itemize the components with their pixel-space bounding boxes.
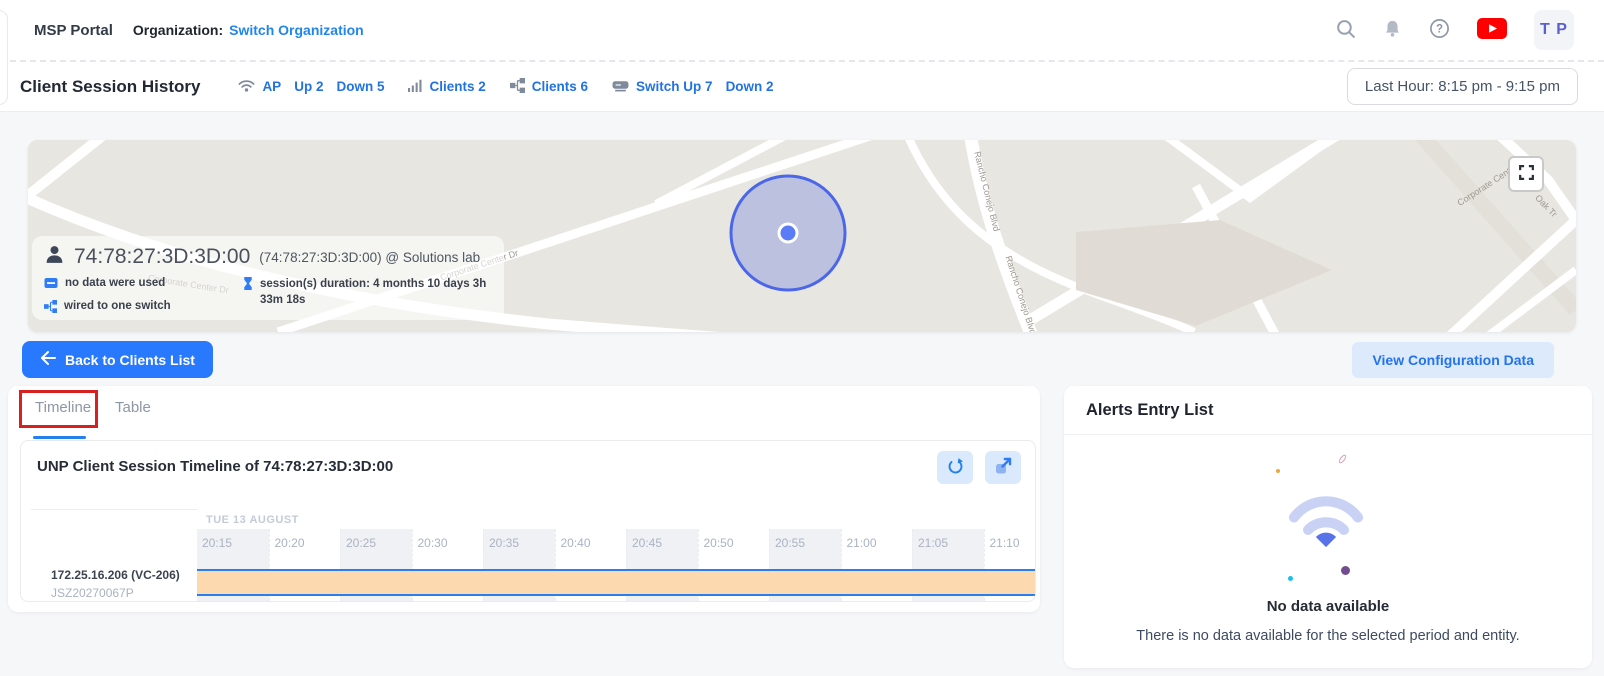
decorative-dot-cyan [1288,576,1293,581]
organization-link[interactable]: Switch Organization [229,22,364,38]
divider [1064,434,1592,435]
fact-session-duration: session(s) duration: 4 months 10 days 3h… [243,277,492,308]
status-badge-ap[interactable]: AP Up 2 Down 5 [238,79,384,95]
decorative-dot-orange [1276,469,1280,473]
topbar: MSP Portal Organization: Switch Organiza… [0,0,1604,62]
refresh-icon [946,457,965,479]
client-info-overlay: 74:78:27:3D:3D:00 (74:78:27:3D:3D:00) @ … [32,236,504,320]
tab-table[interactable]: Table [115,399,151,416]
organization-label: Organization: [133,22,223,38]
time-range-selector[interactable]: Last Hour: 8:15 pm - 9:15 pm [1347,68,1578,105]
data-usage-icon [44,277,58,292]
timeline-title: UNP Client Session Timeline of 74:78:27:… [37,458,393,475]
wired-topology-icon [44,300,57,316]
export-button[interactable] [985,451,1021,484]
badge-down-count: Down 2 [726,79,774,94]
bell-icon [1383,19,1402,41]
back-to-clients-button[interactable]: Back to Clients List [22,341,213,378]
client-location-marker[interactable] [779,224,797,242]
badge-count: Clients 6 [532,79,588,94]
client-mac-title: 74:78:27:3D:3D:00 [74,245,250,269]
svg-text:?: ? [1436,24,1443,36]
badge-up-count: Switch Up 7 [636,79,713,94]
timeline-card: UNP Client Session Timeline of 74:78:27:… [20,440,1036,602]
fact-data-usage: no data were used [44,277,243,292]
client-location-subtitle: (74:78:27:3D:3D:00) @ Solutions lab [259,250,480,265]
search-icon [1335,18,1356,42]
fullscreen-icon [1517,163,1536,185]
refresh-button[interactable] [937,451,973,484]
wifi-illustration-icon [1287,490,1365,553]
open-in-new-icon [993,456,1013,479]
back-arrow-icon [40,351,56,368]
youtube-button[interactable] [1477,18,1507,42]
signal-bars-icon [408,79,422,95]
tab-timeline[interactable]: Timeline [35,399,91,416]
switch-icon [612,79,629,95]
map-parcel [1076,220,1332,326]
brand-title: MSP Portal [34,22,113,39]
map-fullscreen-button[interactable] [1508,156,1544,192]
hourglass-icon [243,277,253,293]
youtube-icon [1477,18,1507,42]
device-ip-label: 172.25.16.206 (VC-206) [51,568,189,582]
badge-up-count: Up 2 [294,79,323,94]
notifications-button[interactable] [1383,19,1402,41]
view-configuration-button[interactable]: View Configuration Data [1352,342,1554,378]
msp-portal-page: MSP Portal Organization: Switch Organiza… [0,0,1604,676]
timeline-row-labels: 172.25.16.206 (VC-206) JSZ20270067P [31,509,197,601]
session-history-panel: Timeline Table UNP Client Session Timeli… [8,386,1040,612]
status-badge-wireless-clients[interactable]: Clients 2 [408,79,485,95]
topbar-actions: ? T P [1335,10,1574,50]
search-button[interactable] [1335,18,1356,42]
page-title: Client Session History [20,77,200,97]
badge-label: AP [262,79,281,94]
decorative-dot-purple [1341,566,1350,575]
active-tab-indicator [33,436,86,439]
help-button[interactable]: ? [1429,18,1450,42]
timeline-date-header: TUE 13 AUGUST [206,514,299,526]
status-badges: AP Up 2 Down 5 Clients 2 Clients 6 [238,78,773,96]
session-bar[interactable] [197,569,1035,596]
badge-down-count: Down 5 [336,79,384,94]
location-map[interactable]: Corporate Center Dr Corporate Center Dr … [28,140,1576,332]
wifi-icon [238,79,255,95]
no-data-message: There is no data available for the selec… [1064,628,1592,644]
user-avatar[interactable]: T P [1534,10,1574,50]
session-timeline-chart: 172.25.16.206 (VC-206) JSZ20270067P TUE … [31,509,1035,601]
no-data-title: No data available [1064,598,1592,615]
page-header: Client Session History AP Up 2 Down 5 Cl… [0,62,1604,112]
decorative-dot-pink [1337,454,1347,465]
timeline-grid: TUE 13 AUGUST 20:15 20:20 20:25 20:30 20… [197,509,1035,601]
collapsed-sidebar-edge[interactable] [0,10,8,105]
status-badge-wired-clients[interactable]: Clients 6 [510,78,588,96]
badge-count: Clients 2 [429,79,485,94]
device-serial-label: JSZ20270067P [51,586,189,600]
alerts-panel-title: Alerts Entry List [1086,401,1213,420]
status-badge-switch[interactable]: Switch Up 7 Down 2 [612,79,774,95]
no-data-illustration [1064,446,1592,596]
alerts-entry-panel: Alerts Entry List No data available Ther… [1064,386,1592,668]
timeline-row-label: 172.25.16.206 (VC-206) JSZ20270067P [31,562,197,600]
help-icon: ? [1429,18,1450,42]
person-icon [44,244,65,270]
topology-icon [510,78,525,96]
fact-wired-switch: wired to one switch [44,300,243,316]
